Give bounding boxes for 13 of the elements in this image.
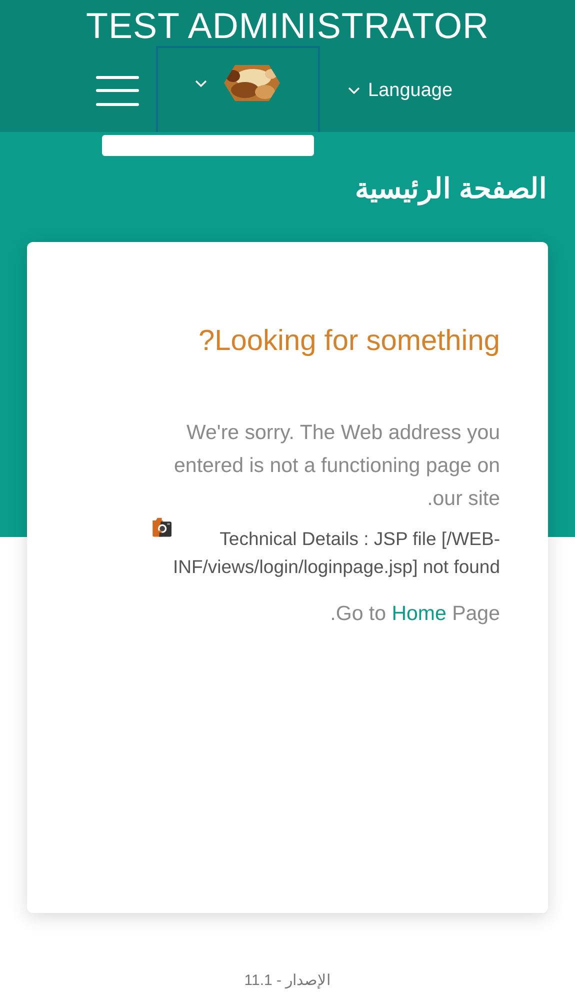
chevron-down-icon — [348, 87, 360, 95]
chevron-down-icon — [195, 80, 207, 88]
app-title: TEST ADMINISTRATOR — [84, 4, 490, 48]
home-link[interactable]: Home — [392, 602, 446, 624]
input-field[interactable] — [102, 135, 314, 156]
error-message: We're sorry. The Web address you entered is not a functioning page on our site. — [173, 420, 500, 512]
menu-icon[interactable] — [96, 76, 139, 106]
go-home-text: .Go to Home Page — [329, 600, 500, 626]
technical-details: Technical Details : JSP file [/WEB-INF/views/login/loginpage.jsp] not found — [172, 526, 500, 579]
error-title: Looking for something? — [198, 324, 500, 359]
page-heading: الصفحة الرئيسية — [355, 172, 547, 208]
language-menu[interactable]: Language — [342, 76, 459, 106]
version-text: الإصدار - 11.1 — [243, 971, 332, 991]
